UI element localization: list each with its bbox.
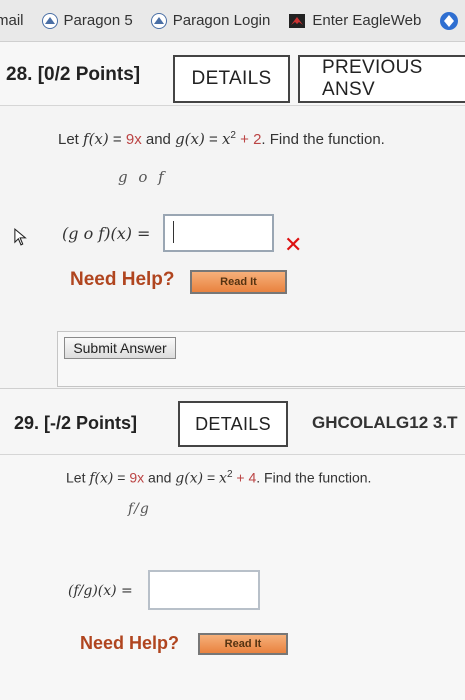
app-icon[interactable] [439, 11, 459, 31]
q29-details-button[interactable]: DETAILS [178, 401, 288, 447]
q29-stem: Let f(x) = 9x and g(x) = x2 + 4. Find th… [66, 469, 372, 487]
q28-read-it-button[interactable]: Read It [190, 270, 287, 294]
bookmark-mail[interactable]: mail [0, 12, 24, 29]
text-cursor [173, 221, 174, 243]
page: 28. [0/2 Points] DETAILS PREVIOUS ANSV L… [0, 42, 465, 700]
q29-read-it-button[interactable]: Read It [198, 633, 288, 655]
q28-submit-answer-button[interactable]: Submit Answer [64, 337, 176, 359]
bookmark-eagleweb[interactable]: Enter EagleWeb [288, 12, 421, 29]
mouse-pointer-icon [14, 228, 27, 246]
bookmark-label: Paragon 5 [63, 12, 133, 29]
paragon-icon [41, 12, 58, 29]
q29-answer-label: (f/g)(x) = [68, 583, 133, 599]
q28-expression: g o f [118, 168, 167, 186]
bookmark-paragon-5[interactable]: Paragon 5 [41, 12, 133, 29]
q29-need-help-label: Need Help? [80, 633, 180, 653]
q28-previous-answers-button[interactable]: PREVIOUS ANSV [298, 55, 465, 103]
q28-body: Let f(x) = 9x and g(x) = x2 + 2. Find th… [0, 106, 465, 388]
q28-header: 28. [0/2 Points] DETAILS PREVIOUS ANSV [0, 42, 465, 106]
eagle-icon [289, 13, 306, 28]
q29-expression: f/g [128, 501, 150, 517]
q29-answer-input[interactable] [148, 570, 260, 610]
q29-code-label: GHCOLALG12 3.T [312, 413, 458, 432]
q28-details-button[interactable]: DETAILS [173, 55, 290, 103]
q29-header: 29. [-/2 Points] DETAILS GHCOLALG12 3.T [0, 389, 465, 455]
bookmark-paragon-login[interactable]: Paragon Login [150, 12, 271, 29]
q28-submit-area: Submit Answer [57, 331, 465, 387]
q28-stem: Let f(x) = 9x and g(x) = x2 + 2. Find th… [58, 130, 385, 148]
q28-answer-input[interactable] [163, 214, 274, 252]
q28-points: 28. [0/2 Points] [6, 64, 141, 85]
bookmarks-bar: mail Paragon 5 Paragon Login Enter Eagle… [0, 0, 465, 42]
q28-answer-label: (g o f)(x) = [62, 224, 151, 243]
incorrect-x-icon: ✕ [284, 232, 303, 257]
bookmark-label: Paragon Login [172, 12, 271, 29]
q29-points: 29. [-/2 Points] [14, 413, 138, 433]
paragon-icon [150, 12, 167, 29]
bookmark-label: Enter EagleWeb [312, 12, 422, 29]
q28-need-help-label: Need Help? [70, 269, 175, 290]
bookmark-label: mail [0, 12, 24, 29]
q29-body: Let f(x) = 9x and g(x) = x2 + 4. Find th… [0, 455, 465, 700]
